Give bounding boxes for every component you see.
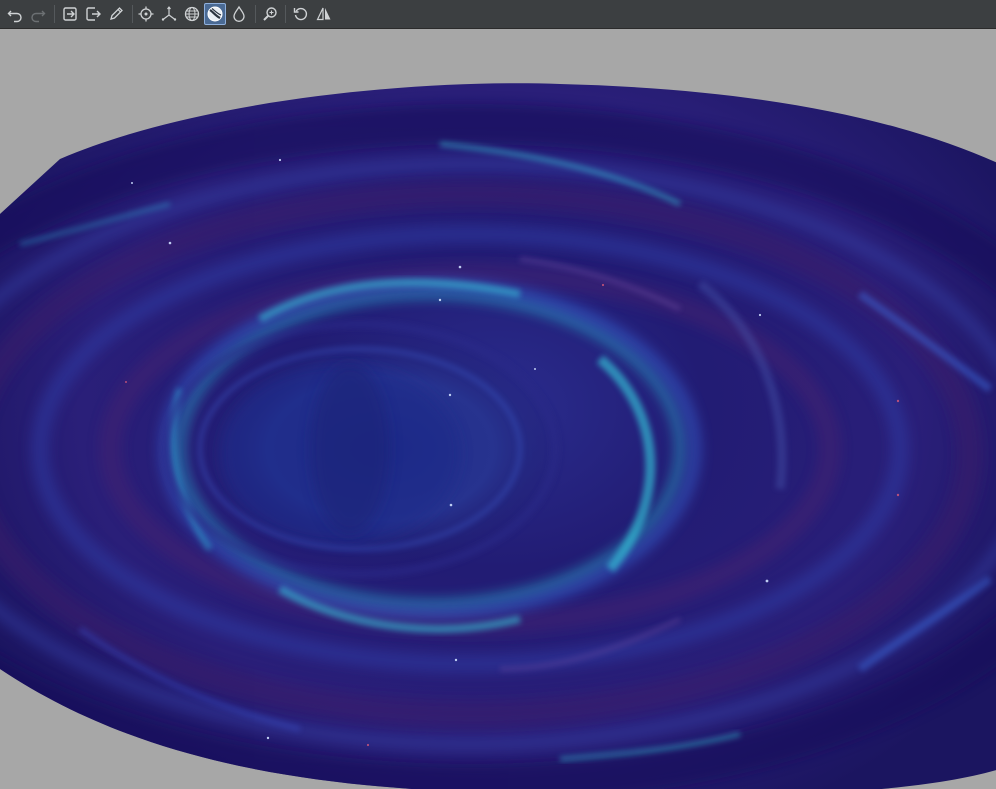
export-icon	[86, 7, 101, 21]
mirror-icon	[316, 7, 331, 21]
drop-icon	[233, 5, 245, 22]
redo-icon	[31, 10, 46, 23]
import-icon	[63, 7, 77, 21]
mirror-button[interactable]	[313, 3, 335, 25]
sphere-mesh-icon	[184, 6, 200, 22]
color-drop-button[interactable]	[228, 3, 250, 25]
toolbar-separator	[54, 5, 55, 23]
sphere-mesh-button[interactable]	[181, 3, 203, 25]
reset-rotation-button[interactable]	[290, 3, 312, 25]
axes-button[interactable]	[158, 3, 180, 25]
3d-viewport[interactable]	[0, 29, 996, 789]
zoom-icon	[263, 7, 277, 21]
undo-icon	[7, 10, 22, 23]
toolbar-separator	[255, 5, 256, 23]
texture-sphere-icon	[207, 6, 223, 22]
toolbar	[0, 0, 996, 29]
pencil-icon	[110, 7, 123, 20]
toolbar-separator	[132, 5, 133, 23]
axes-icon	[161, 6, 177, 21]
reset-rotation-icon	[293, 7, 308, 21]
toolbar-separator	[285, 5, 286, 23]
center-button[interactable]	[135, 3, 157, 25]
undo-button[interactable]	[4, 3, 26, 25]
galaxy-disc[interactable]	[0, 29, 996, 789]
crosshair-icon	[138, 6, 154, 22]
texture-sphere-button[interactable]	[204, 3, 226, 25]
edit-button[interactable]	[105, 3, 127, 25]
redo-button[interactable]	[27, 3, 49, 25]
export-button[interactable]	[82, 3, 104, 25]
import-button[interactable]	[59, 3, 81, 25]
zoom-button[interactable]	[259, 3, 281, 25]
